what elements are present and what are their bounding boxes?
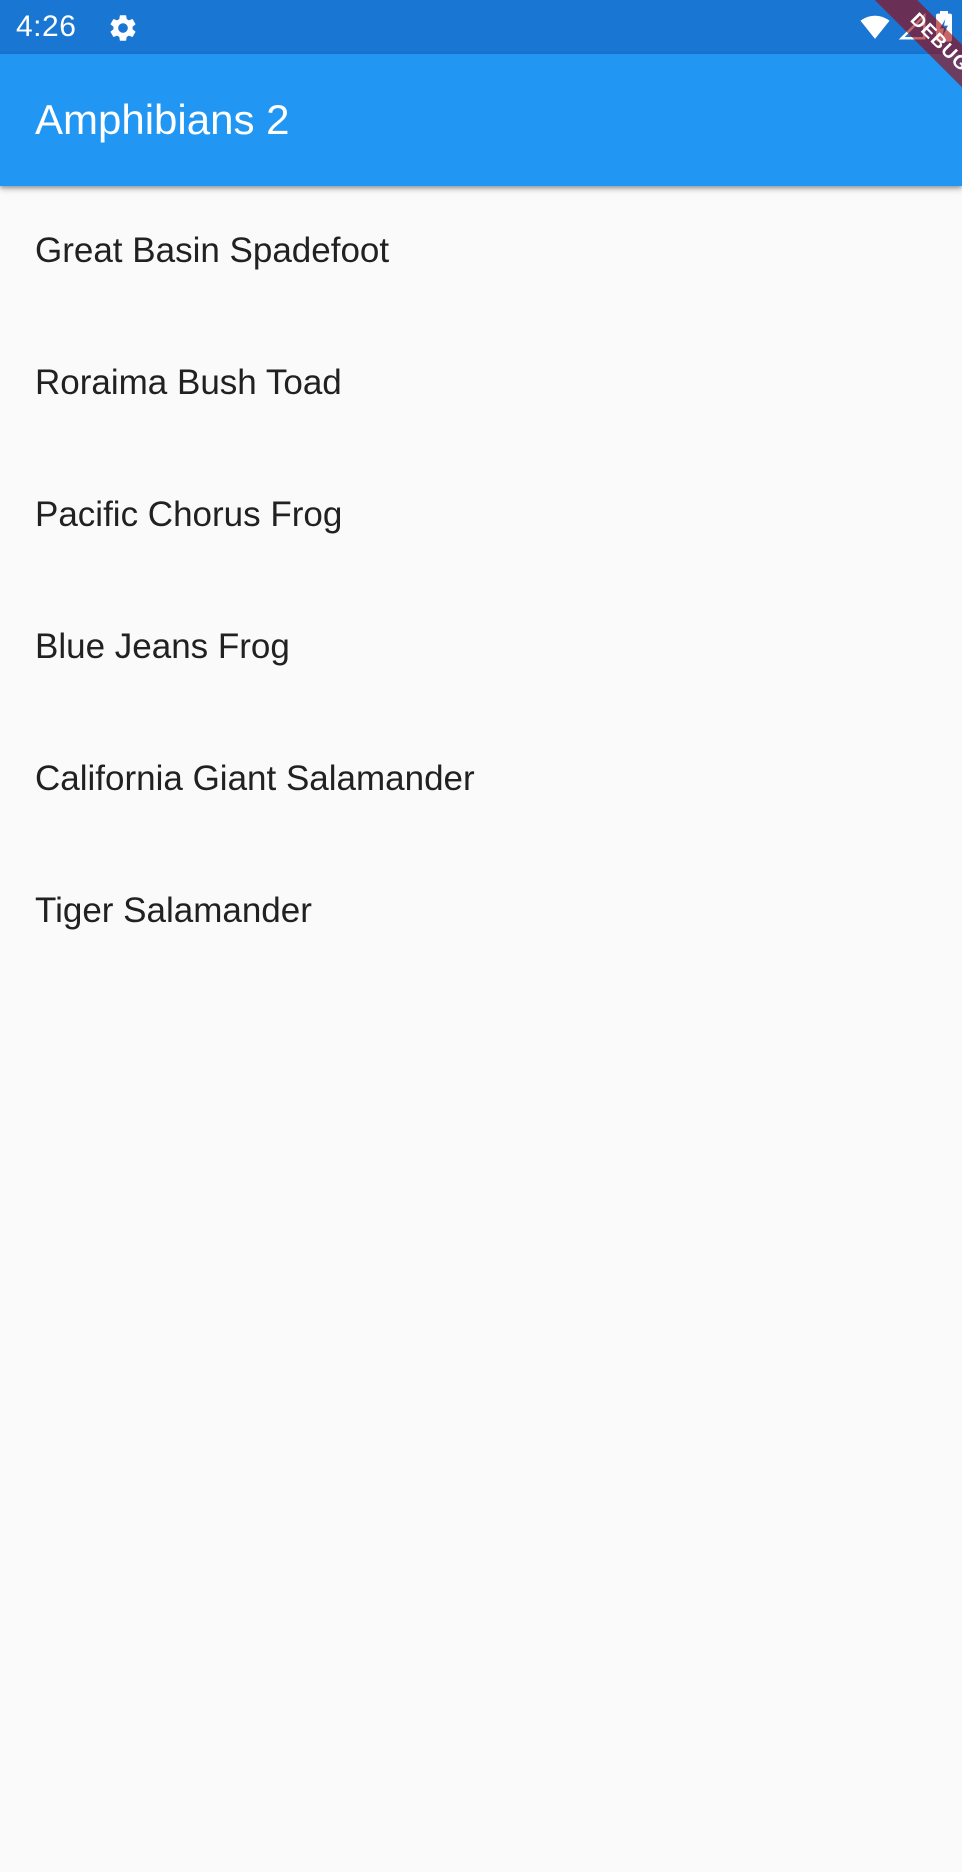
list-item-label: Roraima Bush Toad — [35, 363, 342, 402]
list-item[interactable]: Pacific Chorus Frog — [0, 450, 962, 582]
gear-icon — [110, 15, 136, 41]
wifi-icon — [860, 15, 890, 39]
signal-icon — [898, 12, 926, 40]
list-item[interactable]: Great Basin Spadefoot — [0, 186, 962, 318]
list-item[interactable]: Blue Jeans Frog — [0, 582, 962, 714]
list-item-label: Great Basin Spadefoot — [35, 231, 390, 270]
list-item-label: Tiger Salamander — [35, 891, 312, 930]
status-icons — [858, 10, 954, 44]
list-item[interactable]: Roraima Bush Toad — [0, 318, 962, 450]
list-item-label: Blue Jeans Frog — [35, 627, 290, 666]
amphibian-list: Great Basin Spadefoot Roraima Bush Toad … — [0, 186, 962, 978]
list-item[interactable]: Tiger Salamander — [0, 846, 962, 978]
battery-charging-icon — [936, 11, 952, 42]
app-bar: Amphibians 2 — [0, 54, 962, 186]
app-title: Amphibians 2 — [35, 96, 290, 143]
list-item[interactable]: California Giant Salamander — [0, 714, 962, 846]
list-item-label: California Giant Salamander — [35, 759, 475, 798]
status-bar: 4:26 — [0, 0, 962, 54]
list-item-label: Pacific Chorus Frog — [35, 495, 343, 534]
status-time: 4:26 — [16, 10, 77, 43]
